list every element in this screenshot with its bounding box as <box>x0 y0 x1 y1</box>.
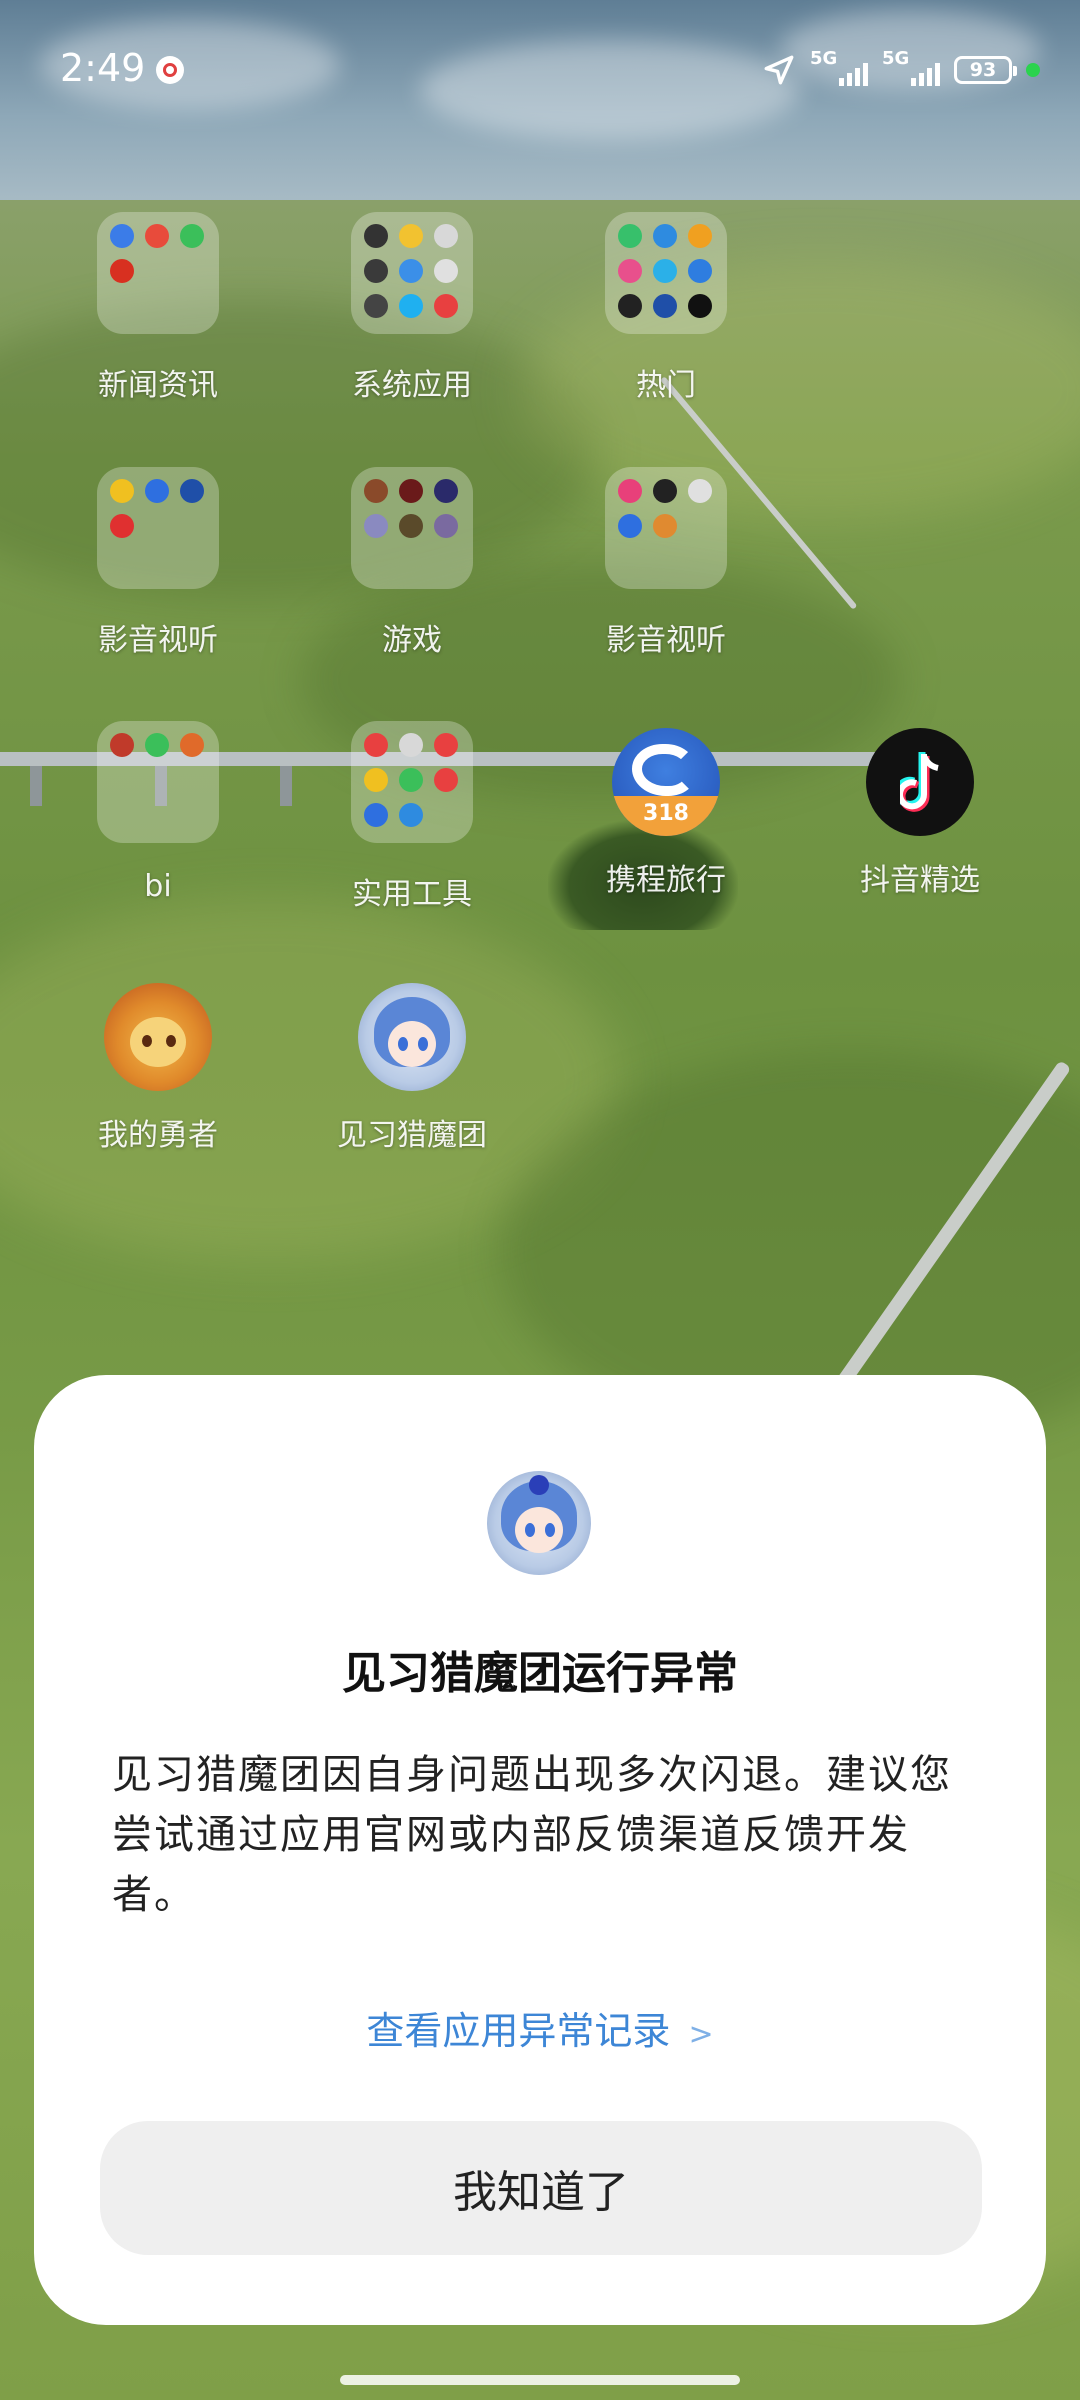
app-my-brave[interactable]: 我的勇者 <box>58 976 258 1154</box>
crashed-app-icon <box>487 1471 591 1575</box>
chevron-right-icon: > <box>688 2017 714 2052</box>
jianxi-liemotuan-app-icon <box>358 983 466 1091</box>
folder-bi[interactable]: bi <box>58 721 258 904</box>
folder-system-apps[interactable]: 系统应用 <box>312 212 512 404</box>
folder-label: 新闻资讯 <box>98 368 218 403</box>
folder-icon <box>97 212 219 334</box>
signal-icon: 5G <box>810 48 868 88</box>
ctrip-app-icon: 318 <box>612 728 720 836</box>
status-icons: 5G 5G 93 <box>762 48 1040 92</box>
location-arrow-icon <box>764 55 794 85</box>
bridge-leg <box>30 766 42 806</box>
home-indicator-bar[interactable] <box>340 2375 740 2385</box>
acknowledge-button[interactable]: 我知道了 <box>100 2121 982 2255</box>
folder-icon <box>97 467 219 589</box>
folder-icon <box>605 467 727 589</box>
bridge-leg <box>280 766 292 806</box>
view-crash-log-link[interactable]: 查看应用异常记录 > <box>34 2000 1046 2055</box>
folder-label: bi <box>144 869 172 904</box>
folder-icon <box>97 721 219 843</box>
my-brave-app-icon <box>104 983 212 1091</box>
folder-hot[interactable]: 热门 <box>566 212 766 404</box>
folder-media-2[interactable]: 影音视听 <box>566 467 766 659</box>
battery-icon: 93 <box>954 56 1017 84</box>
folder-label: 系统应用 <box>352 368 472 403</box>
folder-media-1[interactable]: 影音视听 <box>58 467 258 659</box>
notification-icon <box>156 56 184 84</box>
view-crash-log-label: 查看应用异常记录 <box>366 2009 671 2053</box>
folder-label: 游戏 <box>382 623 442 658</box>
status-bar: 2:49 5G 5G 93 <box>0 0 1080 140</box>
dialog-title: 见习猎魔团运行异常 <box>342 1648 738 1699</box>
douyin-app-icon <box>866 728 974 836</box>
folder-label: 热门 <box>636 368 696 403</box>
folder-news[interactable]: 新闻资讯 <box>58 212 258 404</box>
folder-label: 影音视听 <box>606 623 726 658</box>
app-douyin[interactable]: 抖音精选 <box>820 721 1020 899</box>
status-time: 2:49 <box>60 46 146 90</box>
signal-icon: 5G <box>882 48 940 88</box>
dialog-message: 见习猎魔团因自身问题出现多次闪退。建议您尝试通过应用官网或内部反馈渠道反馈开发者… <box>112 1752 952 1918</box>
folder-label: 影音视听 <box>98 623 218 658</box>
folder-games[interactable]: 游戏 <box>312 467 512 659</box>
signal-type-label: 5G <box>882 48 910 69</box>
privacy-indicator-dot <box>1026 63 1040 77</box>
folder-icon <box>605 212 727 334</box>
app-label: 抖音精选 <box>860 863 980 898</box>
app-label: 携程旅行 <box>606 863 726 898</box>
ctrip-icon-badge-text: 318 <box>643 801 689 826</box>
signal-type-label: 5G <box>810 48 838 69</box>
app-crash-dialog: 见习猎魔团运行异常 见习猎魔团因自身问题出现多次闪退。建议您尝试通过应用官网或内… <box>34 1375 1046 2325</box>
folder-label: 实用工具 <box>352 877 472 912</box>
folder-tools[interactable]: 实用工具 <box>312 721 512 913</box>
folder-icon <box>351 467 473 589</box>
app-ctrip[interactable]: 318 携程旅行 <box>566 721 766 899</box>
app-label: 见习猎魔团 <box>337 1118 487 1153</box>
app-label: 我的勇者 <box>98 1118 218 1153</box>
app-jianxi-liemotuan[interactable]: 见习猎魔团 <box>312 976 512 1154</box>
folder-icon <box>351 721 473 843</box>
folder-icon <box>351 212 473 334</box>
